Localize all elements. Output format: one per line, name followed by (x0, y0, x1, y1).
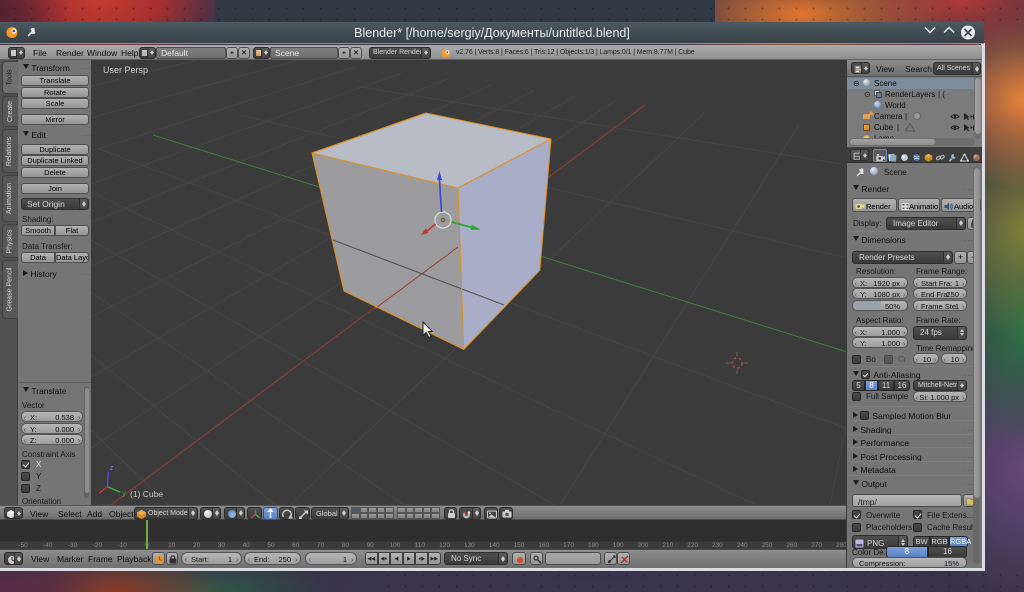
svg-text:y: y (122, 491, 126, 498)
svg-text:z: z (110, 465, 114, 472)
svg-text:User Persp: User Persp (103, 65, 148, 75)
svg-text:(1) Cube: (1) Cube (130, 489, 163, 499)
